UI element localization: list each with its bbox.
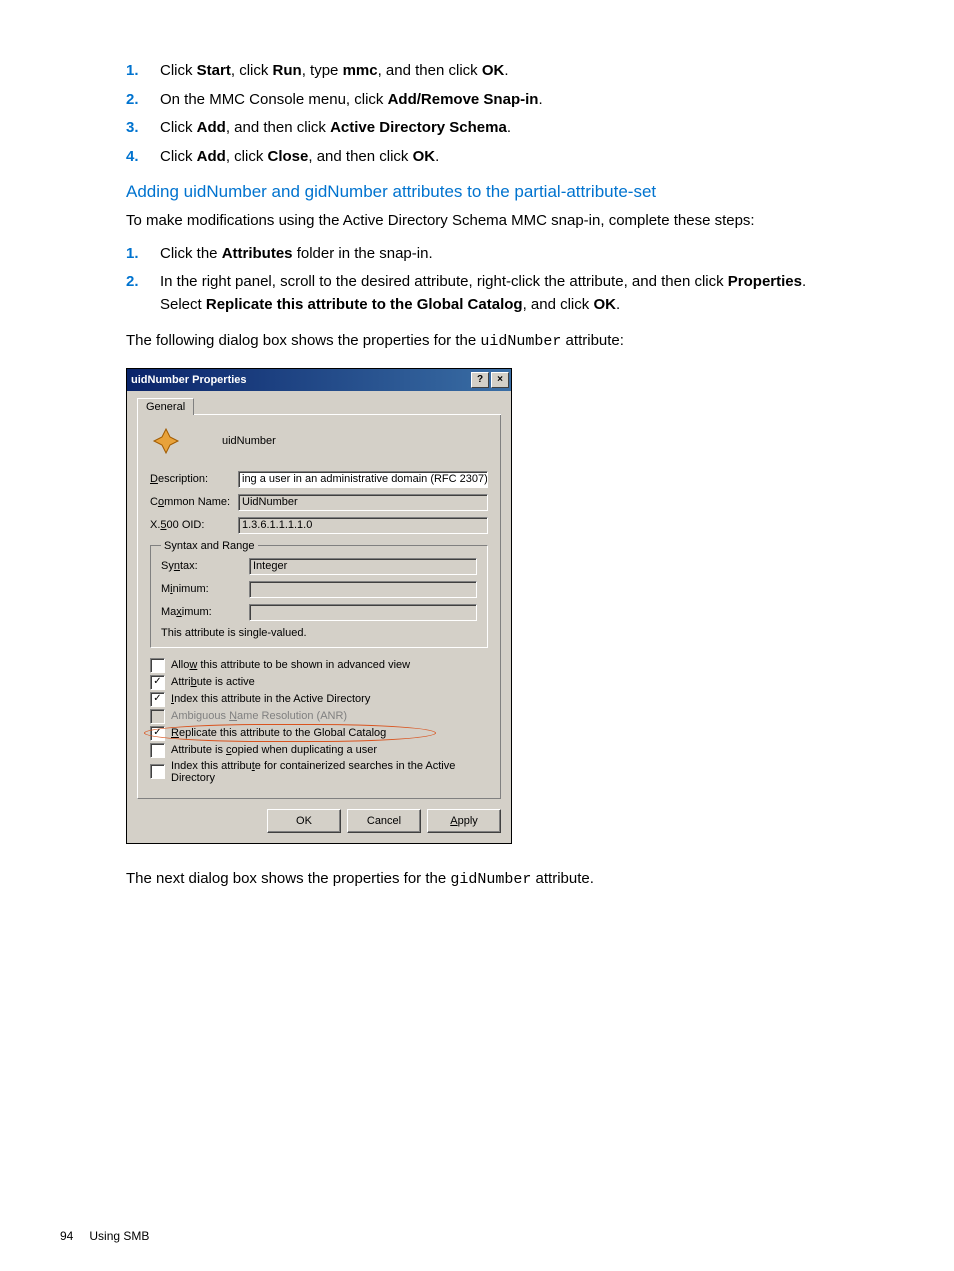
min-label: Minimum: xyxy=(161,583,249,595)
steps-list-1: 1. Click Start, click Run, type mmc, and… xyxy=(126,60,864,168)
para-after-dialog: The next dialog box shows the properties… xyxy=(126,868,864,892)
common-field: UidNumber xyxy=(238,494,488,511)
check-index-containerized[interactable]: Index this attribute for containerized s… xyxy=(150,760,488,784)
cancel-button[interactable]: Cancel xyxy=(347,809,421,833)
single-valued-note: This attribute is single-valued. xyxy=(161,627,477,639)
desc-label: Description: xyxy=(150,473,238,485)
step-4: 4. Click Add, click Close, and then clic… xyxy=(126,146,864,169)
ok-button[interactable]: OK xyxy=(267,809,341,833)
step-2: 2. On the MMC Console menu, click Add/Re… xyxy=(126,89,864,112)
page-footer: 94Using SMB xyxy=(60,1229,149,1243)
syntax-range-group: Syntax and Range Syntax: Integer Minimum… xyxy=(150,540,488,648)
step2-2: 2. In the right panel, scroll to the des… xyxy=(126,271,864,316)
max-label: Maximum: xyxy=(161,606,249,618)
dialog-titlebar: uidNumber Properties ? × xyxy=(127,369,511,391)
steps-list-2: 1. Click the Attributes folder in the sn… xyxy=(126,243,864,317)
min-field xyxy=(249,581,477,598)
para-before-dialog: The following dialog box shows the prope… xyxy=(126,330,864,354)
properties-dialog: uidNumber Properties ? × General uidNumb… xyxy=(126,368,512,844)
syntax-field: Integer xyxy=(249,558,477,575)
syntax-label: Syntax: xyxy=(161,560,249,572)
max-field xyxy=(249,604,477,621)
section-heading: Adding uidNumber and gidNumber attribute… xyxy=(126,182,864,202)
check-advanced-view[interactable]: Allow this attribute to be shown in adva… xyxy=(150,658,488,673)
step2-1: 1. Click the Attributes folder in the sn… xyxy=(126,243,864,266)
apply-button[interactable]: Apply xyxy=(427,809,501,833)
attribute-icon xyxy=(150,425,182,457)
check-anr: Ambiguous Name Resolution (ANR) xyxy=(150,709,488,724)
check-replicate-gc[interactable]: ✓Replicate this attribute to the Global … xyxy=(150,726,488,741)
intro-text: To make modifications using the Active D… xyxy=(126,210,864,233)
dialog-title: uidNumber Properties xyxy=(131,374,469,386)
check-attribute-active[interactable]: ✓Attribute is active xyxy=(150,675,488,690)
oid-label: X.500 OID: xyxy=(150,519,238,531)
close-icon[interactable]: × xyxy=(491,372,509,388)
tab-general[interactable]: General xyxy=(137,398,194,415)
check-index-ad[interactable]: ✓Index this attribute in the Active Dire… xyxy=(150,692,488,707)
attribute-name: uidNumber xyxy=(222,435,276,447)
help-icon[interactable]: ? xyxy=(471,372,489,388)
step-3: 3. Click Add, and then click Active Dire… xyxy=(126,117,864,140)
check-copied-duplicate[interactable]: Attribute is copied when duplicating a u… xyxy=(150,743,488,758)
oid-field: 1.3.6.1.1.1.1.0 xyxy=(238,517,488,534)
common-label: Common Name: xyxy=(150,496,238,508)
step-1: 1. Click Start, click Run, type mmc, and… xyxy=(126,60,864,83)
desc-field[interactable]: ing a user in an administrative domain (… xyxy=(238,471,488,488)
